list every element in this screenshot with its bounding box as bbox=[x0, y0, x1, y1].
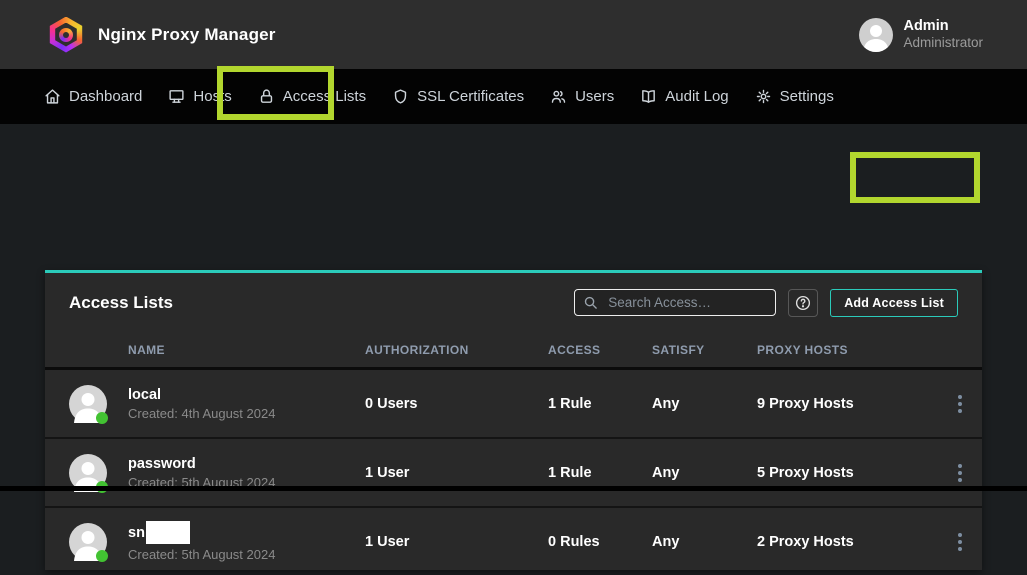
lock-icon bbox=[258, 88, 275, 105]
search-box bbox=[574, 289, 776, 316]
person-icon bbox=[859, 18, 893, 52]
proxy-hosts-value: 9 Proxy Hosts bbox=[757, 396, 937, 412]
authorization-value: 1 User bbox=[365, 465, 548, 481]
satisfy-value: Any bbox=[652, 534, 757, 550]
nav-label: Audit Log bbox=[665, 88, 728, 105]
table-row[interactable]: local Created: 4th August 2024 0 Users 1… bbox=[45, 370, 982, 437]
shield-icon bbox=[392, 88, 409, 105]
kebab-menu-icon[interactable] bbox=[954, 391, 966, 417]
nav-label: Access Lists bbox=[283, 88, 366, 105]
access-value: 1 Rule bbox=[548, 465, 652, 481]
column-header-proxy-hosts: PROXY HOSTS bbox=[757, 343, 937, 357]
access-list-name: password bbox=[128, 456, 275, 472]
created-date: Created: 4th August 2024 bbox=[128, 406, 275, 421]
access-value: 1 Rule bbox=[548, 396, 652, 412]
panel-title: Access Lists bbox=[69, 293, 562, 313]
home-icon bbox=[44, 88, 61, 105]
column-header-satisfy: SATISFY bbox=[652, 343, 757, 357]
user-menu[interactable]: Admin Administrator bbox=[859, 18, 983, 52]
table-header-row: NAME AUTHORIZATION ACCESS SATISFY PROXY … bbox=[45, 332, 982, 370]
monitor-icon bbox=[168, 88, 185, 105]
access-list-name: local bbox=[128, 387, 275, 403]
app-title: Nginx Proxy Manager bbox=[98, 25, 276, 45]
book-icon bbox=[640, 88, 657, 105]
nav-item-dashboard[interactable]: Dashboard bbox=[44, 88, 142, 105]
nav-item-ssl-certificates[interactable]: SSL Certificates bbox=[392, 88, 524, 105]
nav-item-hosts[interactable]: Hosts bbox=[168, 88, 231, 105]
search-input[interactable] bbox=[606, 294, 767, 311]
column-header-access: ACCESS bbox=[548, 343, 652, 357]
search-icon bbox=[583, 295, 598, 310]
kebab-menu-icon[interactable] bbox=[954, 529, 966, 555]
table-row[interactable]: sn Created: 5th August 2024 1 User 0 Rul… bbox=[45, 506, 982, 575]
nav-label: Settings bbox=[780, 88, 834, 105]
online-status-dot bbox=[96, 412, 108, 424]
access-lists-panel: Access Lists Add Access List NAME AUTHOR bbox=[45, 270, 982, 570]
nginx-proxy-manager-logo-icon bbox=[48, 17, 84, 53]
nav-item-audit-log[interactable]: Audit Log bbox=[640, 88, 728, 105]
kebab-menu-icon[interactable] bbox=[954, 460, 966, 486]
access-list-name: sn bbox=[128, 525, 145, 541]
question-circle-icon bbox=[794, 294, 812, 312]
page-content: Access Lists Add Access List NAME AUTHOR bbox=[0, 124, 1027, 491]
nav-label: Dashboard bbox=[69, 88, 142, 105]
authorization-value: 0 Users bbox=[365, 396, 548, 412]
satisfy-value: Any bbox=[652, 465, 757, 481]
column-header-name: NAME bbox=[45, 343, 365, 357]
bottom-edge-strip bbox=[0, 486, 1027, 491]
avatar bbox=[69, 385, 107, 423]
nav-item-users[interactable]: Users bbox=[550, 88, 614, 105]
users-icon bbox=[550, 88, 567, 105]
proxy-hosts-value: 2 Proxy Hosts bbox=[757, 534, 937, 550]
gear-icon bbox=[755, 88, 772, 105]
app-header: Nginx Proxy Manager Admin Administrator bbox=[0, 0, 1027, 69]
proxy-hosts-value: 5 Proxy Hosts bbox=[757, 465, 937, 481]
nav-label: Hosts bbox=[193, 88, 231, 105]
created-date: Created: 5th August 2024 bbox=[128, 547, 275, 562]
nav-label: Users bbox=[575, 88, 614, 105]
user-avatar bbox=[859, 18, 893, 52]
satisfy-value: Any bbox=[652, 396, 757, 412]
user-role: Administrator bbox=[903, 35, 983, 51]
online-status-dot bbox=[96, 550, 108, 562]
column-header-authorization: AUTHORIZATION bbox=[365, 343, 548, 357]
authorization-value: 1 User bbox=[365, 534, 548, 550]
nav-item-settings[interactable]: Settings bbox=[755, 88, 834, 105]
main-nav: Dashboard Hosts Access Lists SSL Certifi… bbox=[0, 69, 1027, 124]
avatar bbox=[69, 523, 107, 561]
help-button[interactable] bbox=[788, 289, 818, 317]
access-lists-table: NAME AUTHORIZATION ACCESS SATISFY PROXY … bbox=[45, 332, 982, 575]
nav-item-access-lists[interactable]: Access Lists bbox=[258, 88, 366, 105]
panel-header: Access Lists Add Access List bbox=[45, 273, 982, 332]
user-name: Admin bbox=[903, 18, 983, 35]
add-access-list-button[interactable]: Add Access List bbox=[830, 289, 958, 317]
redaction-box bbox=[146, 521, 190, 544]
nav-label: SSL Certificates bbox=[417, 88, 524, 105]
nginx-proxy-manager-app: { "topbar": { "title": "Nginx Proxy Mana… bbox=[0, 0, 1027, 496]
access-value: 0 Rules bbox=[548, 534, 652, 550]
